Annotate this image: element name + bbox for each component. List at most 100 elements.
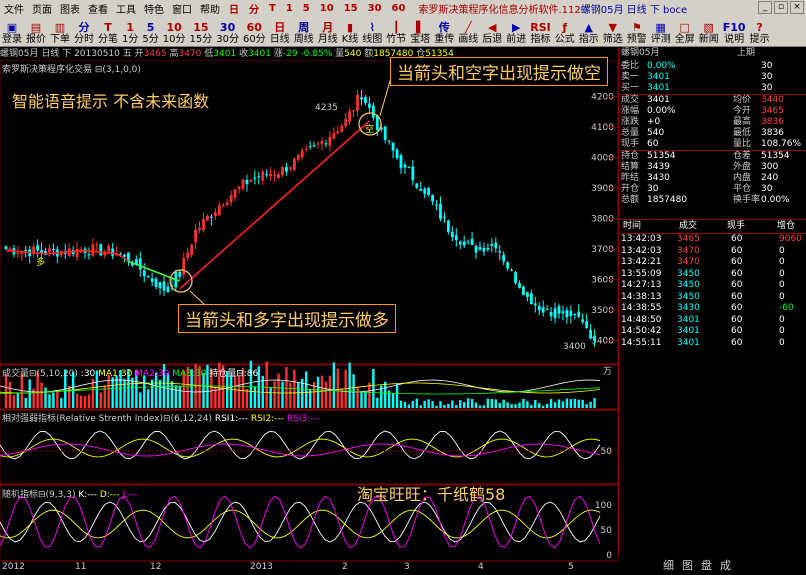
toolbar-button-9[interactable]: 30 30分: [214, 18, 241, 46]
volume-bar: [115, 376, 118, 408]
menu-features[interactable]: 特色: [140, 1, 168, 16]
toolbar-button-3[interactable]: 分分时: [72, 18, 96, 46]
toolbar-button-15[interactable]: ⌇ 线图: [360, 18, 384, 46]
toolbar-label: 预警: [626, 34, 647, 45]
toolbar-button-23[interactable]: ƒ 公式: [553, 18, 577, 46]
candle-body: [391, 142, 395, 151]
tab-chart[interactable]: 图: [679, 557, 696, 573]
candle-body: [510, 269, 513, 271]
toolbar-icon-6: 5: [146, 21, 155, 34]
toolbar-button-18[interactable]: 传重传: [432, 18, 456, 46]
volume-bar: [463, 402, 466, 408]
candle-body: [494, 242, 498, 249]
candle-body: [375, 115, 379, 131]
toolbar-button-19[interactable]: ╱ 画线: [456, 18, 480, 46]
toolbar-button-25[interactable]: ▼ 筛选: [601, 18, 625, 46]
minimize-icon[interactable]: _: [758, 1, 772, 14]
menu-chart[interactable]: 图表: [56, 1, 84, 16]
toolbar-button-7[interactable]: 10 10分: [161, 18, 188, 46]
menu-file[interactable]: 文件: [0, 1, 28, 16]
toolbar-button-13[interactable]: 月月线: [316, 18, 340, 46]
toolbar-button-11[interactable]: 日日线: [268, 18, 292, 46]
toolbar-button-5[interactable]: 1 1分: [120, 18, 140, 46]
tick-volume: 60: [731, 337, 743, 348]
toolbar-label: 5分: [142, 34, 159, 45]
volume-bar: [269, 387, 272, 408]
tf-10[interactable]: 10: [315, 3, 339, 14]
toolbar-button-6[interactable]: 5 5分: [140, 18, 160, 46]
toolbar-button-8[interactable]: 15 15分: [187, 18, 214, 46]
tick-time: 13:55:09: [621, 268, 662, 279]
tf-1[interactable]: 1: [281, 3, 298, 14]
candle-body: [371, 105, 375, 118]
volume-bar: [557, 399, 561, 408]
candle-body: [213, 212, 217, 216]
volume-bar: [281, 381, 284, 408]
tab-trades[interactable]: 成: [717, 557, 734, 573]
volume-bar: [320, 375, 324, 408]
menu-window[interactable]: 窗口: [168, 1, 196, 16]
toolbar-button-22[interactable]: RSI 指标: [528, 18, 553, 46]
toolbar-button-29[interactable]: ▧ 新闻: [697, 18, 721, 46]
volume-bar: [174, 385, 178, 408]
menu-view[interactable]: 查看: [84, 1, 112, 16]
toolbar-button-27[interactable]: ▦ 评测: [649, 18, 673, 46]
volume-bar: [384, 381, 387, 408]
tf-15[interactable]: 15: [339, 3, 363, 14]
candle-body: [269, 173, 273, 177]
restore-icon[interactable]: ▫: [774, 1, 788, 14]
candle-body: [261, 171, 265, 181]
tf-60[interactable]: 60: [387, 3, 411, 14]
toolbar-button-2[interactable]: ▥ 下单: [48, 18, 72, 46]
toolbar-button-28[interactable]: □ 全屏: [673, 18, 697, 46]
toolbar-button-24[interactable]: ▲ 指示: [577, 18, 601, 46]
quote-value: 0.00%: [761, 195, 790, 205]
toolbar-button-1[interactable]: ▤ 报价: [24, 18, 48, 46]
volume-bar: [549, 399, 553, 408]
toolbar-button-4[interactable]: T 分笔: [96, 18, 120, 46]
tf-5[interactable]: 5: [298, 3, 315, 14]
quote-value: 3430: [647, 173, 670, 183]
toolbar-button-21[interactable]: ▶ 前进: [504, 18, 528, 46]
candle-body: [502, 254, 506, 262]
toolbar-label: 60分: [242, 34, 266, 45]
toolbar-button-12[interactable]: 周周线: [292, 18, 316, 46]
toolbar-button-17[interactable]: ▌ 宝塔: [408, 18, 432, 46]
toolbar-button-14[interactable]: ▮ K线: [340, 18, 361, 46]
candle-body: [498, 251, 502, 253]
tf-30[interactable]: 30: [363, 3, 387, 14]
tick-list[interactable]: 时间 成交 现手 增仓 13:42:03 3465 60 9060 13:42:03 34…: [619, 219, 806, 349]
candle-body: [549, 311, 553, 317]
menu-tools[interactable]: 工具: [112, 1, 140, 16]
candle-body: [265, 174, 269, 176]
tf-minute[interactable]: 分: [244, 1, 264, 16]
volume-bar: [553, 402, 557, 408]
toolbar-button-26[interactable]: ⚑ 预警: [625, 18, 649, 46]
toolbar-label: 全屏: [674, 34, 695, 45]
toolbar-button-16[interactable]: ┃ 竹节: [384, 18, 408, 46]
quote-row: 昨结 3430 内盘 240: [619, 173, 806, 184]
volume-bar: [470, 398, 474, 408]
volume-bar: [494, 399, 497, 408]
kdj-axis-label: 50: [601, 526, 613, 536]
toolbar-button-0[interactable]: ▣ 登录: [0, 18, 24, 46]
tab-detail[interactable]: 细: [660, 557, 677, 573]
volume-ma2: [0, 382, 601, 394]
toolbar-button-20[interactable]: ◀ 后退: [480, 18, 504, 46]
candle-body: [210, 216, 213, 218]
candle-body: [348, 111, 352, 122]
menu-page[interactable]: 页面: [28, 1, 56, 16]
quote-row: 结算 3439 外盘 300: [619, 162, 806, 173]
close-icon[interactable]: ×: [790, 1, 804, 14]
volume-bar: [83, 395, 87, 408]
tf-day[interactable]: 日: [224, 1, 244, 16]
candle-body: [257, 176, 261, 178]
toolbar-button-31[interactable]: ? 提示: [748, 18, 772, 46]
toolbar-button-10[interactable]: 60 60分: [241, 18, 268, 46]
tick-oi-change: -60: [779, 303, 794, 313]
toolbar-button-30[interactable]: F10 说明: [721, 18, 748, 46]
tab-book[interactable]: 盘: [698, 557, 715, 573]
candle-body: [206, 215, 209, 221]
menu-help[interactable]: 帮助: [196, 1, 224, 16]
tf-tick[interactable]: T: [264, 3, 281, 14]
